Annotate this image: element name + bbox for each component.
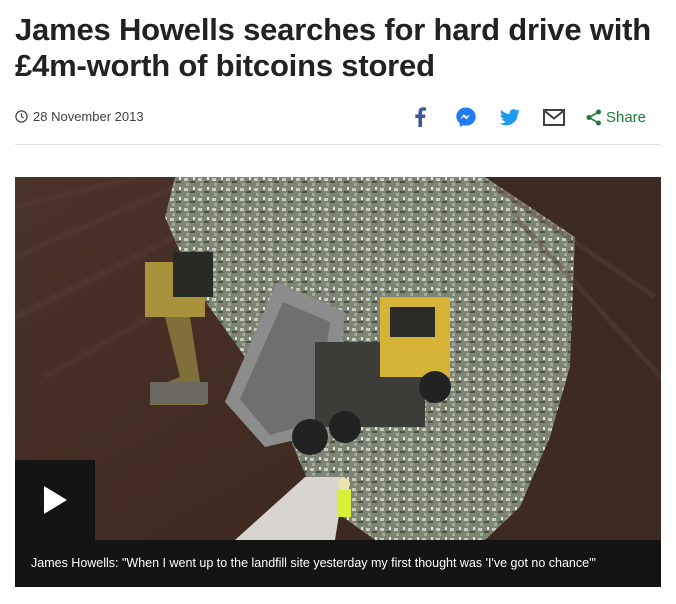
article-meta-row: 28 November 2013 Share: [15, 100, 660, 134]
play-icon: [44, 486, 67, 514]
email-icon[interactable]: [542, 105, 566, 129]
facebook-icon[interactable]: [408, 105, 432, 129]
article-headline: James Howells searches for hard drive wi…: [15, 12, 651, 83]
play-button[interactable]: [15, 460, 95, 540]
share-label: Share: [605, 108, 646, 126]
share-icon: [586, 109, 601, 125]
date-text: 28 November 2013: [33, 109, 144, 124]
twitter-icon[interactable]: [498, 105, 522, 129]
video-player[interactable]: James Howells: "When I went up to the la…: [15, 177, 661, 587]
worker: [337, 478, 351, 517]
video-thumbnail: [15, 177, 661, 540]
divider: [15, 144, 660, 145]
share-button[interactable]: Share: [586, 109, 646, 126]
messenger-icon[interactable]: [454, 105, 478, 129]
article-date: 28 November 2013: [15, 109, 144, 124]
share-tools: Share: [408, 100, 646, 134]
video-caption: James Howells: "When I went up to the la…: [15, 540, 661, 587]
clock-icon: [15, 110, 28, 123]
